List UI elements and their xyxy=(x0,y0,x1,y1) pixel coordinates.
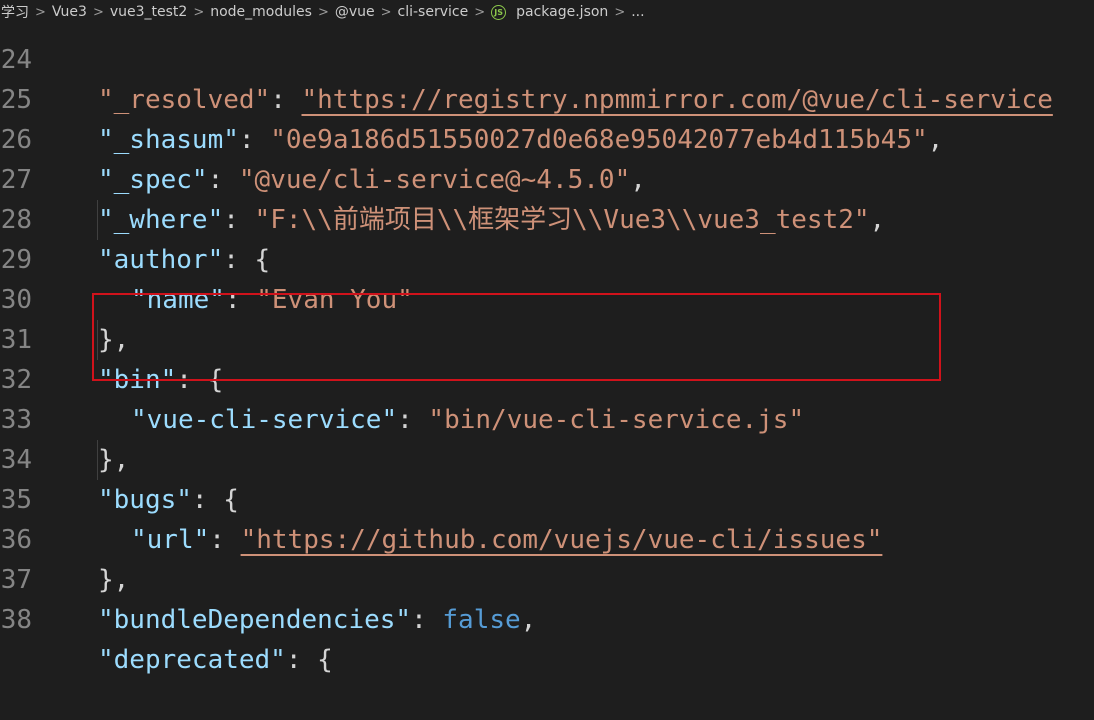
code-editor[interactable]: 24 "_resolved": "https://registry.npmmir… xyxy=(0,0,1094,675)
breadcrumb-item[interactable]: cli-service xyxy=(397,4,470,20)
chevron-right-icon: > xyxy=(35,4,46,20)
code-line[interactable]: 35 "url": "https://github.com/vuejs/vue-… xyxy=(0,440,1094,555)
chevron-right-icon: > xyxy=(474,4,486,20)
json-key: "deprecated" xyxy=(98,645,286,675)
chevron-right-icon: > xyxy=(614,4,626,20)
chevron-right-icon: > xyxy=(193,4,205,20)
breadcrumb-file[interactable]: package.json xyxy=(515,4,609,20)
code-line[interactable]: 26 "_spec": "@vue/cli-service@~4.5.0", xyxy=(0,80,1094,195)
chevron-right-icon: > xyxy=(380,4,392,20)
breadcrumb: 学习 > Vue3 > vue3_test2 > node_modules > … xyxy=(0,0,1094,24)
breadcrumb-symbol[interactable]: ... xyxy=(630,4,645,20)
json-value: false xyxy=(442,605,521,635)
json-colon: : xyxy=(411,605,443,635)
code-line[interactable]: 28 "author": { xyxy=(0,160,1094,275)
breadcrumb-item[interactable]: Vue3 xyxy=(51,4,88,20)
code-line[interactable]: 36 }, xyxy=(0,480,1094,595)
nodejs-icon: JS xyxy=(491,4,507,20)
code-line[interactable]: 25 "_shasum": "0e9a186d51550027d0e68e950… xyxy=(0,40,1094,155)
chevron-right-icon: > xyxy=(92,4,104,20)
code-line[interactable]: 33 }, xyxy=(0,360,1094,475)
code-line[interactable]: 30 }, xyxy=(0,240,1094,355)
code-line[interactable]: 37 "bundleDependencies": false, xyxy=(0,520,1094,635)
breadcrumb-item[interactable]: vue3_test2 xyxy=(109,4,188,20)
json-colon: : xyxy=(285,645,318,675)
chevron-right-icon: > xyxy=(317,4,329,20)
breadcrumb-item[interactable]: node_modules xyxy=(209,4,313,20)
code-line[interactable]: 38 "deprecated": { xyxy=(0,560,1094,675)
code-line[interactable]: 29 "name": "Evan You" xyxy=(0,200,1094,315)
breadcrumb-item[interactable]: 学习 xyxy=(0,2,30,22)
code-line[interactable]: 27 "_where": "F:\\前端项目\\框架学习\\Vue3\\vue3… xyxy=(0,120,1094,235)
breadcrumb-item[interactable]: @vue xyxy=(334,4,376,20)
json-punct: { xyxy=(317,645,333,675)
json-key: "bundleDependencies" xyxy=(98,605,412,635)
line-number: 38 xyxy=(0,605,32,635)
code-line[interactable]: 34 "bugs": { xyxy=(0,400,1094,515)
code-line[interactable]: 32 "vue-cli-service": "bin/vue-cli-servi… xyxy=(0,320,1094,435)
code-line[interactable]: 31 "bin": { xyxy=(0,280,1094,395)
json-punct: , xyxy=(520,605,537,635)
